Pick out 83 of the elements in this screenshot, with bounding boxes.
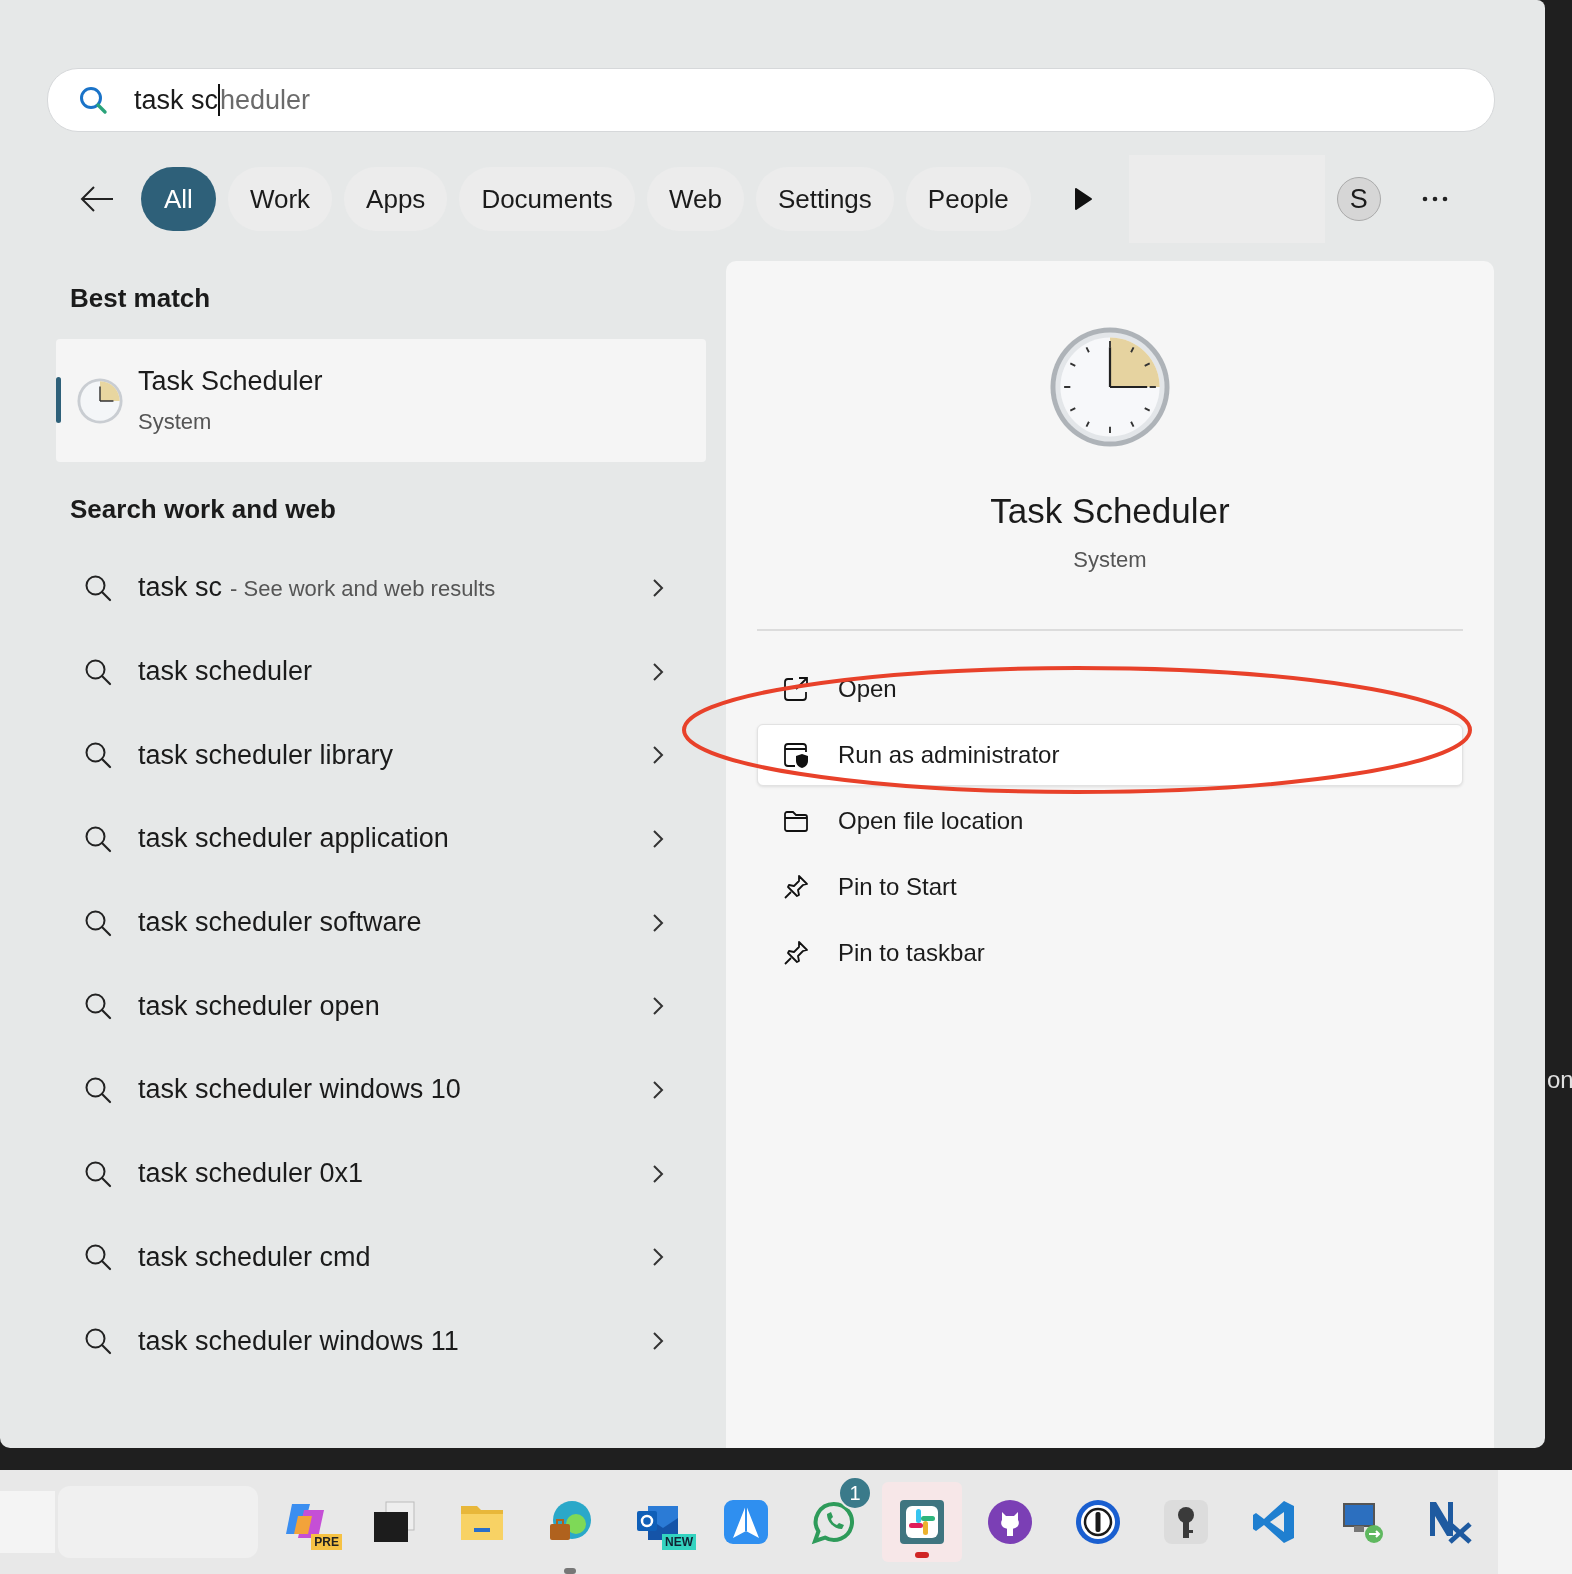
action-item[interactable]: Pin to Start: [757, 856, 1463, 918]
search-suggestion[interactable]: task sc - See work and web results: [56, 546, 706, 630]
filter-tab[interactable]: People: [905, 167, 1031, 231]
search-icon: [84, 992, 112, 1021]
back-icon[interactable]: [79, 184, 115, 214]
paper-plane-icon: [722, 1498, 770, 1546]
action-item[interactable]: Run as administrator: [757, 724, 1463, 786]
play-icon[interactable]: [1072, 187, 1093, 211]
filter-tab[interactable]: Work: [227, 167, 333, 231]
best-match-item[interactable]: Task Scheduler System: [56, 339, 706, 462]
app-badge: NEW: [662, 1534, 696, 1550]
filter-tab[interactable]: All: [141, 167, 216, 231]
key-icon: [1162, 1498, 1210, 1546]
search-suggestion[interactable]: task scheduler application: [56, 797, 706, 881]
pin-icon: [782, 873, 810, 901]
search-icon: [84, 741, 112, 770]
suggestion-text: task scheduler windows 11: [138, 1325, 460, 1357]
suggestion-text: task scheduler library: [138, 739, 395, 771]
open-external-icon: [782, 675, 810, 703]
search-icon: [84, 657, 112, 686]
app-badge: PRE: [311, 1534, 342, 1550]
chevron-right-icon: [652, 912, 664, 933]
shield-window-icon: [782, 741, 810, 769]
suggestion-text: task scheduler cmd: [138, 1241, 372, 1273]
suggestion-text: task scheduler application: [138, 823, 450, 855]
app-title: Task Scheduler: [138, 366, 323, 397]
app-badge: 1: [838, 1476, 872, 1510]
filter-tab[interactable]: Settings: [755, 167, 894, 231]
more-icon[interactable]: [1420, 195, 1449, 203]
chevron-right-icon: [652, 1163, 664, 1184]
suggestion-text: task scheduler open: [138, 990, 381, 1022]
chevron-right-icon: [652, 745, 664, 766]
search-text: task sc: [134, 84, 219, 116]
keyhole-icon: [1074, 1498, 1122, 1546]
search-suggestion[interactable]: task scheduler cmd: [56, 1215, 706, 1300]
suggestion-text: task scheduler software: [138, 907, 423, 939]
filter-tab[interactable]: Documents: [459, 167, 635, 231]
filter-tab[interactable]: Apps: [344, 167, 448, 231]
account-avatar[interactable]: S: [1336, 177, 1381, 221]
app-title: Task Scheduler: [990, 491, 1230, 531]
clock-icon: [1048, 325, 1172, 449]
suggestion-text: task scheduler: [138, 656, 314, 688]
section-heading: Search work and web: [70, 494, 337, 526]
suggestion-text: task scheduler windows 10: [138, 1074, 462, 1106]
clock-icon: [76, 376, 124, 425]
hashtag-logo-icon: [898, 1498, 946, 1546]
search-icon: [84, 908, 112, 937]
search-suggestion[interactable]: task scheduler 0x1: [56, 1131, 706, 1216]
search-suggestion[interactable]: task scheduler windows 11: [56, 1299, 706, 1383]
chevron-right-icon: [652, 661, 664, 682]
action-item[interactable]: Pin to taskbar: [757, 922, 1463, 984]
app-category: System: [1073, 547, 1147, 573]
chevron-right-icon: [652, 828, 664, 849]
chevron-right-icon: [652, 1079, 664, 1100]
suggestion-text: task scheduler 0x1: [138, 1158, 365, 1190]
action-item[interactable]: Open: [757, 658, 1463, 720]
pin-icon: [782, 939, 810, 967]
chevron-right-icon: [652, 1331, 664, 1352]
chevron-right-icon: [652, 996, 664, 1017]
search-suggestion[interactable]: task scheduler: [56, 629, 706, 714]
search-icon: [84, 1243, 112, 1272]
section-heading: Best match: [70, 283, 212, 315]
suggestion-text: task sc - See work and web results: [138, 572, 497, 604]
filter-tab[interactable]: Web: [646, 167, 744, 231]
search-icon: [84, 1075, 112, 1104]
search-suggestion[interactable]: task scheduler open: [56, 964, 706, 1049]
search-suggestion[interactable]: task scheduler library: [56, 713, 706, 798]
search-completion: heduler: [220, 84, 311, 116]
chevron-right-icon: [652, 1247, 664, 1268]
search-suggestion[interactable]: task scheduler software: [56, 880, 706, 965]
taskbar-app[interactable]: NEW: [618, 1482, 698, 1562]
search-icon: [84, 824, 112, 853]
action-item[interactable]: Open file location: [757, 790, 1463, 852]
search-icon: [78, 85, 108, 115]
chevron-right-icon: [652, 577, 664, 598]
search-field[interactable]: task scheduler: [47, 68, 1495, 132]
taskbar-app[interactable]: PRE: [266, 1482, 346, 1562]
cat-logo-icon: [986, 1498, 1034, 1546]
search-icon: [84, 1327, 112, 1356]
search-suggestion[interactable]: task scheduler windows 10: [56, 1048, 706, 1132]
search-icon: [84, 573, 112, 602]
search-icon: [84, 1159, 112, 1188]
app-category: System: [138, 409, 213, 435]
